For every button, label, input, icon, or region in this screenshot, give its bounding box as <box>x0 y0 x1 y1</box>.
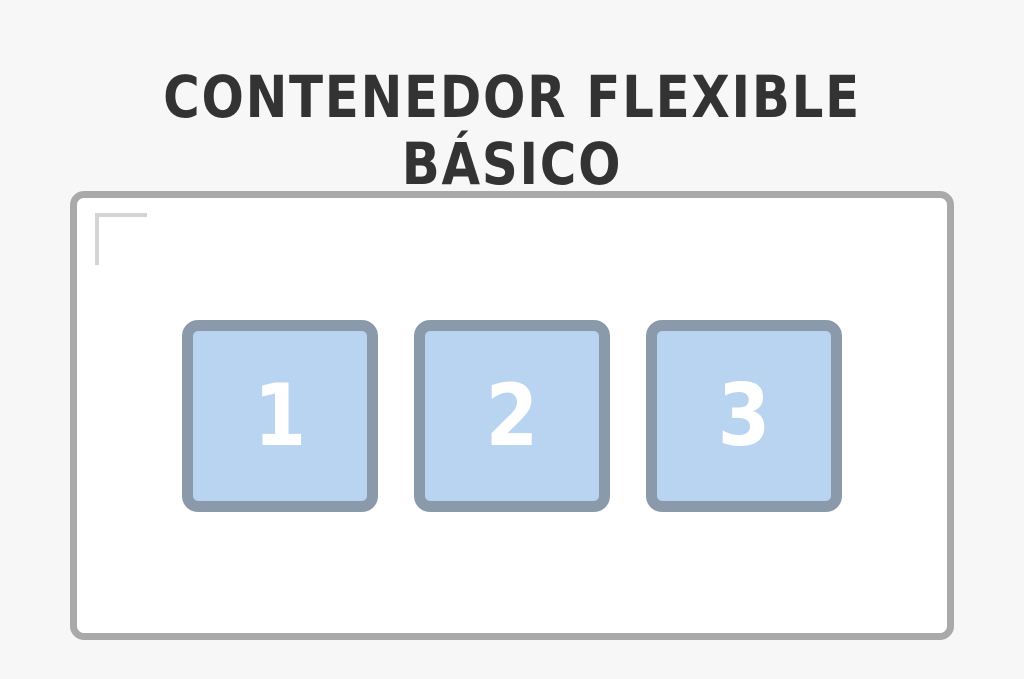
flex-item-label: 3 <box>717 365 771 466</box>
flex-item-3: 3 <box>646 319 842 512</box>
flex-item-1: 1 <box>182 319 378 512</box>
flex-container: 1 2 3 <box>70 191 954 640</box>
diagram-title: CONTENEDOR FLEXIBLE BÁSICO <box>163 63 861 198</box>
flex-item-label: 2 <box>485 365 539 466</box>
flex-item-label: 1 <box>253 365 307 466</box>
diagram-canvas: CONTENEDOR FLEXIBLE BÁSICO 1 2 3 <box>0 0 1024 679</box>
corner-bracket-icon <box>95 213 147 265</box>
flex-item-2: 2 <box>414 319 610 512</box>
